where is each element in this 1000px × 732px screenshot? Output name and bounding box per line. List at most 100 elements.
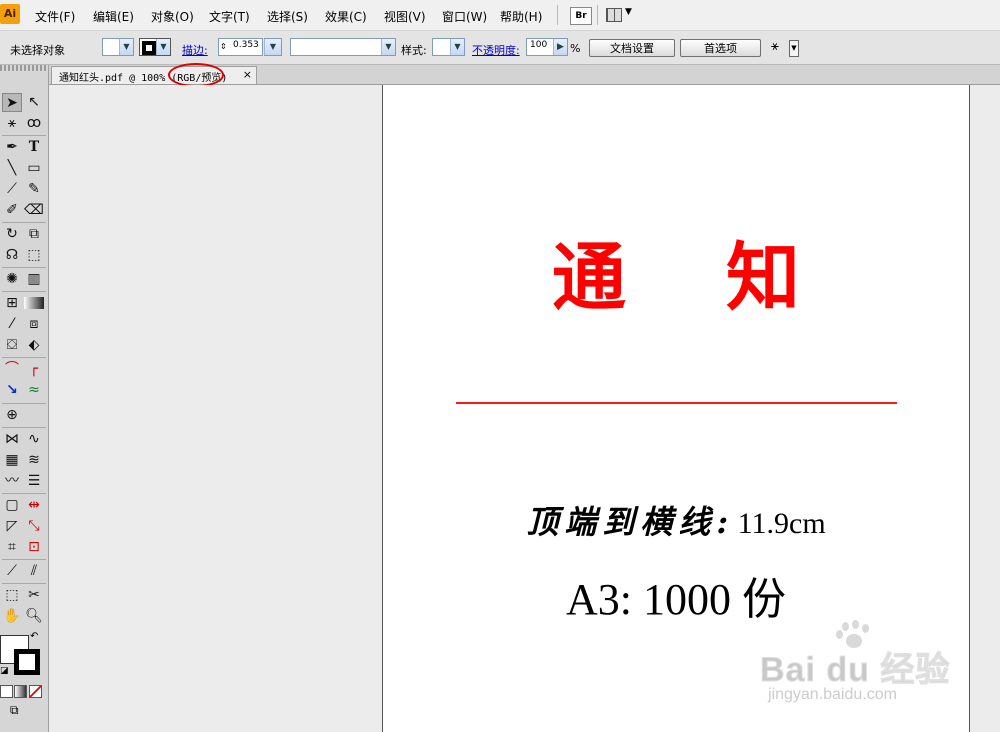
bridge-button[interactable]: Br	[570, 7, 592, 25]
screen-mode-icon[interactable]: ⧉	[10, 703, 30, 717]
step-tool-icon[interactable]: ↘	[2, 381, 22, 400]
tool-separator	[2, 583, 46, 584]
zigzag-tool-icon[interactable]: 〰	[2, 472, 22, 491]
blob-brush-tool-icon[interactable]: ✐	[2, 201, 22, 220]
paper-quantity[interactable]: A3: 1000 份	[383, 563, 969, 627]
slice-tool-icon[interactable]: ⫽	[24, 562, 44, 581]
gradient-tool-icon[interactable]	[24, 297, 44, 309]
type-tool-icon[interactable]: T	[24, 138, 44, 157]
rotate-tool-icon[interactable]: ↻	[2, 225, 22, 244]
paintbrush-tool-icon[interactable]: ⟋	[2, 180, 22, 199]
crosshair-tool-icon[interactable]: ⊕	[2, 406, 22, 425]
live-paint-bucket-tool-icon[interactable]: ⛋	[2, 336, 22, 355]
stroke-color-swatch[interactable]	[14, 649, 40, 675]
pen-tool-icon[interactable]: ✒	[2, 138, 22, 157]
illustrator-logo-icon: Ai	[0, 4, 20, 24]
red-divider-line[interactable]	[456, 402, 897, 404]
zoom-tool-icon[interactable]: 🔍︎	[24, 607, 44, 626]
anchor-tool-icon[interactable]: ⊡	[24, 538, 44, 557]
menu-select[interactable]: 选择(S)	[267, 8, 308, 25]
distribute-tool-icon[interactable]: ⇹	[24, 496, 44, 515]
wave-tool-icon[interactable]: ≈	[24, 381, 44, 400]
control-bar: 未选择对象 ▼ ▼ 描边: ⇕ 0.353 ▼ ▼ 样式: ▼ 不透明度: 10…	[0, 31, 1000, 65]
crop-tool-icon[interactable]: ⌗	[2, 538, 22, 557]
scale-tool-icon[interactable]: ⧉	[24, 225, 44, 244]
none-mode-icon[interactable]	[29, 685, 42, 698]
twist-tool-icon[interactable]: ∿	[24, 430, 44, 449]
direct-selection-tool-icon[interactable]: ↖	[24, 93, 44, 112]
chevron-down-icon: ▼	[450, 39, 464, 55]
top-to-line-value: 11.9cm	[737, 507, 826, 540]
corner-tool-icon[interactable]: ┌	[24, 360, 44, 379]
blend-tool-icon[interactable]: ⧈	[24, 315, 44, 334]
scissors-tool-icon[interactable]: ✂	[24, 586, 44, 605]
preferences-button[interactable]: 首选项	[680, 39, 761, 57]
lasso-tool-icon[interactable]: ꝏ	[24, 114, 44, 133]
envelope-tool-icon[interactable]: ⋈	[2, 430, 22, 449]
tool-separator	[2, 493, 46, 494]
warp-tool-icon[interactable]: ☊	[2, 246, 22, 265]
hand-tool-icon[interactable]: ✋	[2, 607, 22, 626]
document-tab[interactable]: 通知红头.pdf @ 100% (RGB/预览) ×	[51, 66, 257, 84]
graphic-style-dropdown[interactable]: ▼	[432, 38, 465, 56]
artboard-select-tool-icon[interactable]: ⬚	[2, 586, 22, 605]
stroke-color-dropdown[interactable]: ▼	[139, 38, 171, 56]
knife-tool-icon[interactable]: ⟋	[2, 562, 22, 581]
grid-tool-icon[interactable]: ▦	[2, 451, 22, 470]
eraser-tool-icon[interactable]: ⌫	[24, 201, 44, 220]
stroke-weight-field[interactable]: ⇕ 0.353	[218, 38, 263, 56]
artboard-tool-icon[interactable]: ▢	[2, 496, 22, 515]
top-to-line-distance[interactable]: 顶端到横线: 11.9cm	[383, 497, 969, 543]
menu-help[interactable]: 帮助(H)	[500, 8, 542, 25]
line-tool-icon[interactable]: ╲	[2, 159, 22, 178]
annotation-circle	[168, 63, 224, 87]
eyedropper-tool-icon[interactable]: ⁄	[2, 315, 22, 334]
default-fill-stroke-icon[interactable]: ◪	[0, 666, 9, 676]
menu-file[interactable]: 文件(F)	[35, 8, 75, 25]
control-bar-menu-icon[interactable]: ▼	[789, 40, 799, 57]
menu-edit[interactable]: 编辑(E)	[93, 8, 134, 25]
menu-separator	[597, 5, 598, 25]
color-mode-icon[interactable]	[0, 685, 13, 698]
chevron-down-icon: ▼	[156, 39, 170, 55]
menu-type[interactable]: 文字(T)	[209, 8, 250, 25]
align-tool-icon[interactable]: ☰	[24, 472, 44, 491]
menu-effect[interactable]: 效果(C)	[325, 8, 367, 25]
stroke-weight-dropdown[interactable]: ▼	[264, 38, 282, 56]
panel-grip[interactable]	[0, 65, 48, 71]
chevron-down-icon: ▼	[625, 7, 632, 17]
measure-tool-icon[interactable]: ⤡	[24, 517, 44, 536]
menu-view[interactable]: 视图(V)	[384, 8, 426, 25]
opacity-field[interactable]: 100 ▶	[526, 38, 568, 56]
fill-color-dropdown[interactable]: ▼	[102, 38, 134, 56]
menu-object[interactable]: 对象(O)	[151, 8, 194, 25]
opacity-label-link[interactable]: 不透明度:	[472, 42, 520, 58]
column-graph-tool-icon[interactable]: ▥	[24, 270, 44, 289]
tool-separator	[2, 135, 46, 136]
document-setup-button[interactable]: 文档设置	[589, 39, 675, 57]
arc-tool-icon[interactable]: ⌒	[2, 360, 22, 379]
stroke-label-link[interactable]: 描边:	[182, 42, 208, 58]
tool-separator	[2, 403, 46, 404]
shape-tool-icon[interactable]: ◸	[2, 517, 22, 536]
brush-definition-dropdown[interactable]: ▼	[290, 38, 396, 56]
swap-fill-stroke-icon[interactable]: ↶	[30, 631, 38, 642]
pencil-tool-icon[interactable]: ✎	[24, 180, 44, 199]
live-paint-selection-tool-icon[interactable]: ⬖	[24, 336, 44, 355]
magic-wand-icon[interactable]: ⚹	[771, 39, 779, 54]
free-transform-tool-icon[interactable]: ⬚	[24, 246, 44, 265]
magic-wand-tool-icon[interactable]: ⚹	[2, 114, 22, 133]
spinner-icon[interactable]: ⇕	[220, 39, 227, 55]
gradient-mode-icon[interactable]	[14, 685, 27, 698]
notice-title[interactable]: 通知	[383, 233, 969, 323]
close-icon[interactable]: ×	[243, 68, 252, 81]
selection-tool-icon[interactable]: ➤	[2, 93, 22, 112]
chevron-down-icon: ▼	[381, 39, 395, 55]
rectangle-tool-icon[interactable]: ▭	[24, 159, 44, 178]
mesh-tool-icon[interactable]: ⊞	[2, 294, 22, 313]
symbol-sprayer-tool-icon[interactable]: ✺	[2, 270, 22, 289]
arrange-documents-button[interactable]: ▼	[606, 7, 634, 23]
menu-window[interactable]: 窗口(W)	[442, 8, 487, 25]
chevron-right-icon[interactable]: ▶	[553, 39, 567, 55]
scallop-tool-icon[interactable]: ≋	[24, 451, 44, 470]
